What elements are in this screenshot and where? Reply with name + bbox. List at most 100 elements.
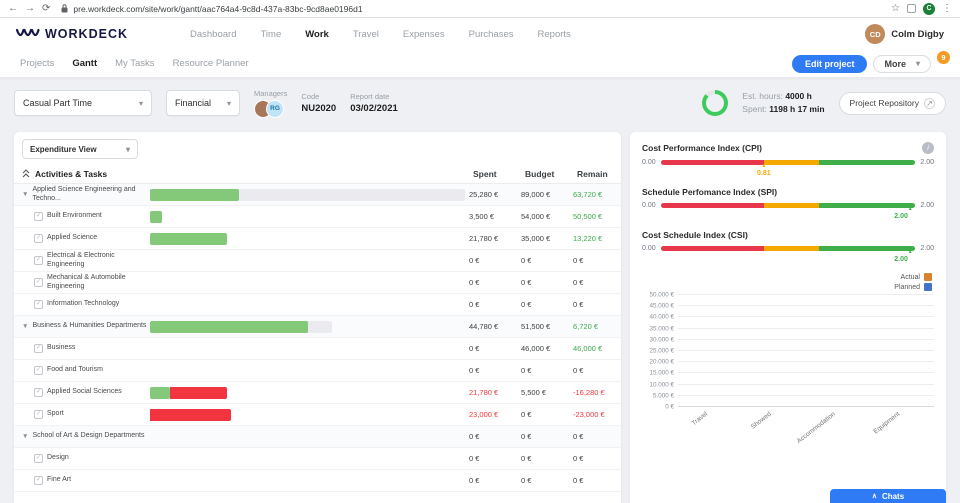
legend-label: Actual [900,273,920,281]
url-bar[interactable]: pre.workdeck.com/site/work/gantt/aac764a… [57,4,884,14]
app-window: ← → ⟳ pre.workdeck.com/site/work/gantt/a… [0,0,960,503]
kpi-gauge: Cost Schedule Index (CSI) 0.00 ▲ 2.00 2.00 [642,230,934,264]
progress-bar-cell [150,210,465,223]
browser-profile-avatar[interactable]: C [923,2,935,15]
project-repository-button[interactable]: Project Repository ↗ [838,91,946,115]
progress-bar-cell [150,453,465,465]
nav-item-work[interactable]: Work [305,29,329,40]
table-row[interactable]: ✓ Design 0 € 0 € 0 € [14,448,621,470]
task-checkbox-icon[interactable]: ✓ [34,388,43,397]
nav-item-purchases[interactable]: Purchases [469,29,514,40]
spent-value: 3,500 € [469,212,495,221]
project-filter-value: Casual Part Time [23,98,93,108]
x-tick-label: Equipment [872,410,901,436]
table-row[interactable]: ✓ Electrical & Electronic Engineering 0 € 0… [14,250,621,272]
table-row[interactable]: ✓ Information Technology 0 € 0 € 0 € [14,294,621,316]
chevron-down-icon[interactable]: ▼ [22,433,28,440]
project-filter-select[interactable]: Casual Part Time ▾ [14,90,152,116]
nav-item-dashboard[interactable]: Dashboard [190,29,236,40]
manager-avatar-2[interactable]: RG [266,99,284,118]
tab-resource-planner[interactable]: Resource Planner [173,58,249,69]
budget-value: 54,000 € [521,212,551,221]
spent-bar [150,386,170,399]
forward-icon[interactable]: → [25,3,35,14]
filter-bar: Casual Part Time ▾ Financial ▾ Managers … [0,78,960,128]
remain-value: -16,280 € [573,388,605,397]
legend-label: Planned [894,283,920,291]
y-tick-label: 15.000 € [649,369,674,377]
table-row[interactable]: ▼ School of Art & Design Departments 0 € 0 … [14,426,621,448]
task-checkbox-icon[interactable]: ✓ [34,344,43,353]
gauge-min-label: 0.00 [642,159,656,166]
gauge-title: Cost Schedule Index (CSI) [642,230,748,240]
est-hours-value: 4000 h [785,91,812,102]
main-nav: Dashboard Time Work Travel Expenses Purchases… [190,29,571,40]
spent-value: 0 € [469,366,480,375]
nav-item-reports[interactable]: Reports [538,29,571,40]
chevron-down-icon[interactable]: ▼ [22,323,28,330]
task-checkbox-icon[interactable]: ✓ [34,234,43,243]
nav-item-time[interactable]: Time [260,29,281,40]
external-link-icon: ↗ [924,97,935,109]
task-checkbox-icon[interactable]: ✓ [34,410,43,419]
task-checkbox-icon[interactable]: ✓ [34,300,43,309]
bookmark-star-icon[interactable]: ☆ [891,3,900,14]
user-name[interactable]: Colm Digby [891,29,944,40]
tab-my-tasks[interactable]: My Tasks [115,58,154,69]
y-tick-label: 30.000 € [649,336,674,344]
table-row[interactable]: ✓ Built Environment 3,500 € 54,000 € 50,500 … [14,206,621,228]
x-tick-label: Showed [750,410,773,431]
notification-badge[interactable]: 9 [937,51,950,64]
user-avatar[interactable]: CD [865,24,886,44]
browser-menu-icon[interactable]: ⋮ [942,3,952,14]
budget-value: 46,000 € [521,344,551,353]
table-row[interactable]: ▼ Applied Science Engineering and Techno.… [14,184,621,206]
task-checkbox-icon[interactable]: ✓ [34,476,43,485]
expenditure-view-select[interactable]: Expenditure View ▾ [22,139,138,159]
progress-bar-cell [150,431,465,443]
more-label: More [884,58,906,69]
table-row[interactable]: ✓ Business 0 € 46,000 € 46,000 € [14,338,621,360]
info-icon[interactable]: i [922,142,934,154]
remain-value: 63,720 € [573,190,603,199]
table-row[interactable]: ✓ Mechanical & Automobile Engineering 0 € 0… [14,272,621,294]
report-date-label: Report date [350,92,390,101]
nav-item-expenses[interactable]: Expenses [403,29,445,40]
more-button[interactable]: More ▾ [873,54,931,73]
task-name-cell: ✓ Mechanical & Automobile Engineering [14,274,150,291]
spent-bar [150,232,228,245]
table-row[interactable]: ✓ Sport 23,000 € 0 € -23,000 € [14,404,621,426]
task-name-cell: ▼ School of Art & Design Departments [14,432,150,440]
collapse-all-icon[interactable] [22,169,30,178]
table-row[interactable]: ✓ Fine Art 0 € 0 € 0 € [14,470,621,492]
task-checkbox-icon[interactable]: ✓ [34,256,43,265]
chevron-down-icon[interactable]: ▼ [22,191,28,198]
table-row[interactable]: ✓ Applied Science 21,780 € 35,000 € 13,220 € [14,228,621,250]
tab-projects[interactable]: Projects [20,58,54,69]
table-row[interactable]: ✓ Food and Tourism 0 € 0 € 0 € [14,360,621,382]
remain-value: 0 € [573,432,584,441]
chats-button[interactable]: ∧ Chats [830,489,946,503]
budget-value: 0 € [521,300,532,309]
table-row[interactable]: ▼ Business & Humanities Departments 44,780… [14,316,621,338]
table-row[interactable]: ✓ Applied Social Sciences 21,780 € 5,500 € -… [14,382,621,404]
workdeck-logo[interactable]: WORKDECK [16,27,128,41]
legend-item: Actual [901,273,932,281]
task-checkbox-icon[interactable]: ✓ [34,454,43,463]
edit-project-button[interactable]: Edit project [791,54,868,73]
hours-progress-ring [702,90,729,116]
task-checkbox-icon[interactable]: ✓ [34,278,43,287]
chart-y-axis: 0 € 5.000 € 10.000 € 15.000 € 20.000 € 25.000… [642,292,678,411]
view-filter-select[interactable]: Financial ▾ [166,90,240,116]
task-name: Applied Science [47,234,98,242]
task-checkbox-icon[interactable]: ✓ [34,366,43,375]
chevron-up-icon: ∧ [871,493,877,500]
extensions-icon[interactable] [907,4,916,13]
task-checkbox-icon[interactable]: ✓ [34,212,43,221]
back-icon[interactable]: ← [8,3,18,14]
task-name: Business & Humanities Departments [32,322,147,330]
legend-swatch [924,273,932,281]
reload-icon[interactable]: ⟳ [42,3,50,14]
tab-gantt[interactable]: Gantt [72,58,97,69]
nav-item-travel[interactable]: Travel [353,29,379,40]
